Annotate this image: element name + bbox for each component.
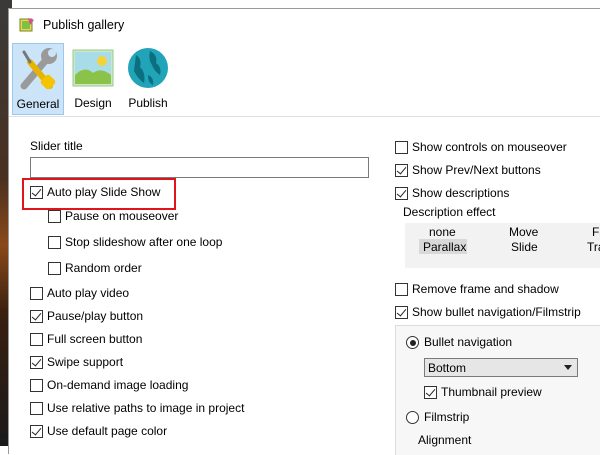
tab-publish[interactable]: Publish bbox=[122, 43, 174, 115]
default-page-color-label: Use default page color bbox=[47, 424, 168, 438]
tab-design-label: Design bbox=[74, 96, 112, 110]
slider-title-input[interactable] bbox=[30, 157, 369, 178]
pause-play-button-label: Pause/play button bbox=[47, 309, 144, 323]
show-controls-mouseover-checkbox[interactable] bbox=[395, 141, 408, 154]
publish-gallery-dialog: Publish gallery General Design Publish S… bbox=[8, 8, 600, 455]
slider-title-label: Slider title bbox=[30, 139, 83, 153]
tab-publish-label: Publish bbox=[128, 96, 168, 110]
auto-play-slideshow-checkbox[interactable] bbox=[30, 186, 43, 199]
full-screen-button-checkbox[interactable] bbox=[30, 333, 43, 346]
on-demand-image-loading-label: On-demand image loading bbox=[47, 378, 189, 392]
show-bullet-navigation-checkbox[interactable] bbox=[395, 306, 408, 319]
chevron-down-icon bbox=[564, 365, 572, 370]
show-controls-mouseover-label: Show controls on mouseover bbox=[412, 140, 567, 154]
filmstrip-label: Filmstrip bbox=[424, 410, 470, 424]
filmstrip-radio[interactable] bbox=[406, 411, 419, 424]
swipe-support-label: Swipe support bbox=[47, 355, 124, 369]
default-page-color-checkbox[interactable] bbox=[30, 425, 43, 438]
wrench-screwdriver-icon bbox=[20, 48, 57, 90]
pause-on-mouseover-label: Pause on mouseover bbox=[65, 209, 179, 223]
pause-on-mouseover-checkbox[interactable] bbox=[48, 210, 61, 223]
app-icon bbox=[19, 17, 35, 33]
effect-item-transition[interactable]: Tra bbox=[587, 240, 600, 254]
auto-play-video-label: Auto play video bbox=[47, 286, 130, 300]
relative-paths-checkbox[interactable] bbox=[30, 402, 43, 415]
bullet-position-value: Bottom bbox=[428, 361, 467, 375]
stop-after-one-loop-checkbox[interactable] bbox=[48, 236, 61, 249]
bullet-navigation-radio[interactable] bbox=[406, 336, 419, 349]
remove-frame-shadow-checkbox[interactable] bbox=[395, 283, 408, 296]
random-order-checkbox[interactable] bbox=[48, 262, 61, 275]
title-bar: Publish gallery bbox=[9, 9, 600, 41]
pause-play-button-checkbox[interactable] bbox=[30, 310, 43, 323]
show-bullet-navigation-label: Show bullet navigation/Filmstrip bbox=[412, 305, 581, 319]
show-prev-next-label: Show Prev/Next buttons bbox=[412, 163, 541, 177]
relative-paths-label: Use relative paths to image in project bbox=[47, 401, 245, 415]
effect-item-slide[interactable]: Slide bbox=[511, 240, 538, 254]
effect-item-parallax[interactable]: Parallax bbox=[423, 240, 466, 254]
description-effect-label: Description effect bbox=[403, 205, 496, 219]
bullet-position-select[interactable]: Bottom bbox=[424, 358, 578, 377]
swipe-support-checkbox[interactable] bbox=[30, 356, 43, 369]
on-demand-image-loading-checkbox[interactable] bbox=[30, 379, 43, 392]
window-title: Publish gallery bbox=[43, 18, 125, 32]
effect-item-none[interactable]: none bbox=[429, 225, 456, 239]
tab-general-label: General bbox=[16, 97, 60, 111]
auto-play-video-checkbox[interactable] bbox=[30, 287, 43, 300]
show-descriptions-checkbox[interactable] bbox=[395, 187, 408, 200]
show-descriptions-label: Show descriptions bbox=[412, 186, 510, 200]
alignment-label: Alignment bbox=[418, 433, 472, 447]
bullet-navigation-label: Bullet navigation bbox=[424, 335, 513, 349]
tab-general[interactable]: General bbox=[12, 43, 64, 115]
ribbon-toolbar: General Design Publish bbox=[9, 41, 600, 117]
description-effect-list[interactable]: none Move Fa Parallax Slide Tra bbox=[405, 223, 600, 268]
effect-item-move[interactable]: Move bbox=[509, 225, 538, 239]
globe-icon bbox=[128, 48, 168, 88]
auto-play-slideshow-label: Auto play Slide Show bbox=[47, 185, 161, 199]
thumbnail-preview-label: Thumbnail preview bbox=[441, 385, 542, 399]
show-prev-next-checkbox[interactable] bbox=[395, 164, 408, 177]
remove-frame-shadow-label: Remove frame and shadow bbox=[412, 282, 559, 296]
random-order-label: Random order bbox=[65, 261, 142, 275]
full-screen-button-label: Full screen button bbox=[47, 332, 143, 346]
tab-design[interactable]: Design bbox=[67, 43, 119, 115]
thumbnail-preview-checkbox[interactable] bbox=[424, 386, 437, 399]
landscape-picture-icon bbox=[72, 49, 114, 87]
stop-after-one-loop-label: Stop slideshow after one loop bbox=[65, 235, 223, 249]
effect-item-fade[interactable]: Fa bbox=[592, 225, 600, 239]
